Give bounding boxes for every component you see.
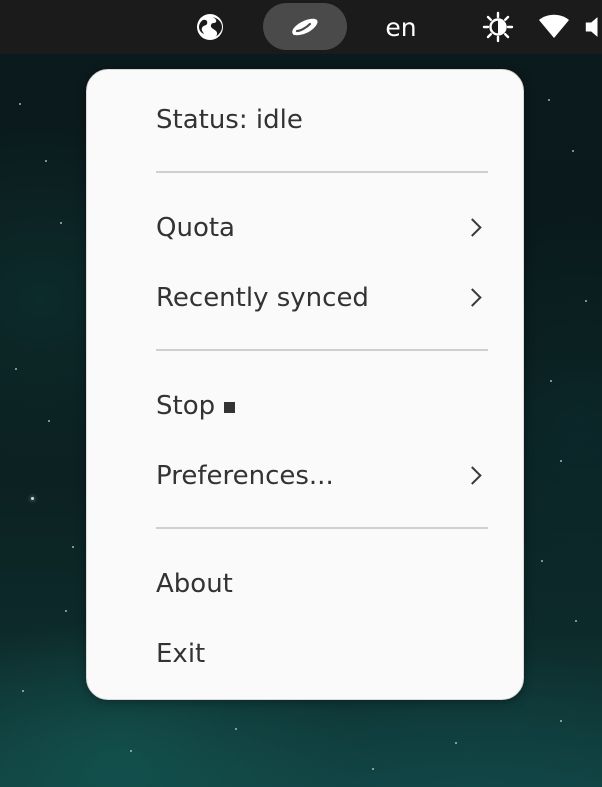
star (560, 460, 562, 462)
sync-app-menu: Status: idle Quota Recently synced Stop … (86, 69, 524, 700)
star (19, 103, 21, 105)
menu-item-label: Stop (156, 391, 216, 421)
star (45, 160, 47, 162)
menu-item-about[interactable]: About (87, 556, 523, 612)
menu-item-label: Preferences... (156, 461, 334, 491)
star (548, 99, 550, 101)
menu-item-label: Recently synced (156, 283, 369, 313)
star (541, 560, 543, 562)
chevron-right-icon (463, 288, 482, 307)
separator (156, 349, 488, 351)
menu-item-label: About (156, 569, 233, 599)
star (72, 546, 74, 548)
chevron-right-icon (463, 218, 482, 237)
star (60, 222, 62, 224)
brightness-icon[interactable] (480, 0, 516, 54)
star (235, 728, 237, 730)
star (455, 742, 457, 744)
sync-indicator-button[interactable] (263, 3, 347, 50)
wifi-icon[interactable] (536, 0, 572, 54)
chevron-right-icon (463, 466, 482, 485)
star (48, 420, 50, 422)
speaker-icon[interactable] (584, 0, 602, 54)
star (372, 768, 374, 770)
menu-item-quota[interactable]: Quota (87, 200, 523, 256)
star (575, 620, 577, 622)
star (65, 610, 67, 612)
star (22, 690, 24, 692)
language-indicator[interactable]: en (372, 0, 430, 54)
star (550, 380, 552, 382)
globe-icon[interactable] (192, 0, 228, 54)
star (572, 150, 574, 152)
status-label: Status: idle (156, 105, 303, 135)
star (15, 368, 17, 370)
separator (156, 171, 488, 173)
top-panel: en (0, 0, 602, 54)
menu-item-preferences[interactable]: Preferences... (87, 448, 523, 504)
separator (156, 527, 488, 529)
language-label: en (385, 12, 417, 42)
star (130, 750, 132, 752)
status-item: Status: idle (87, 92, 523, 148)
menu-item-recently-synced[interactable]: Recently synced (87, 270, 523, 326)
stop-icon (224, 401, 236, 413)
star (585, 300, 587, 302)
menu-item-label: Exit (156, 639, 206, 669)
cloud-sync-icon (288, 15, 322, 39)
menu-item-label: Quota (156, 213, 235, 243)
star (31, 497, 34, 500)
menu-item-stop[interactable]: Stop (87, 378, 523, 434)
star (560, 720, 562, 722)
menu-item-exit[interactable]: Exit (87, 626, 523, 682)
